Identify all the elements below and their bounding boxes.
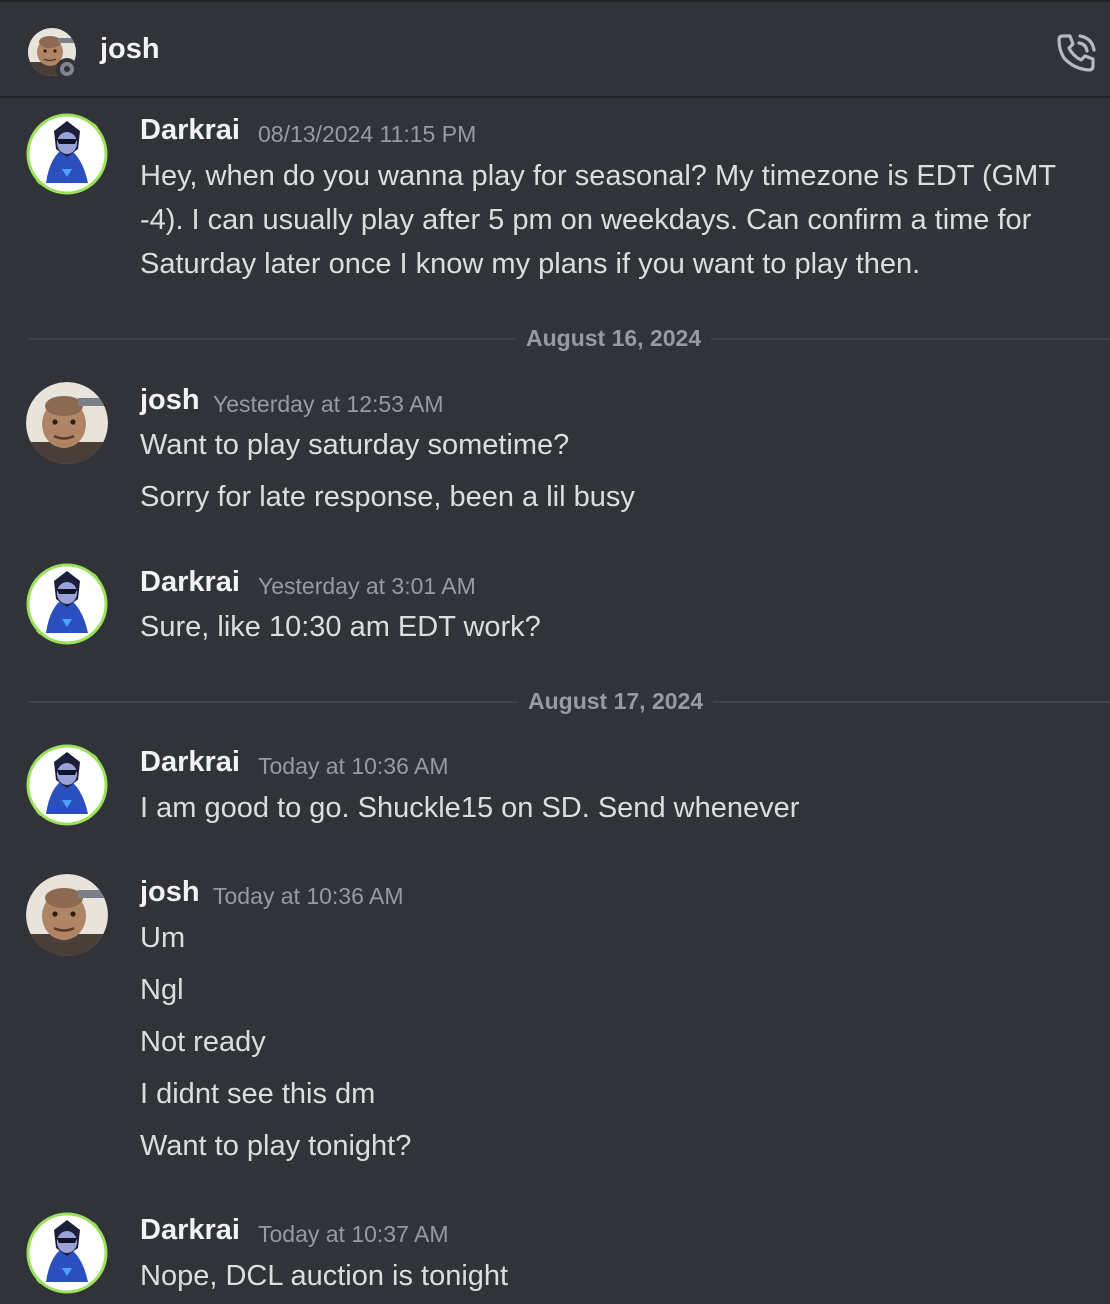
josh-avatar[interactable] — [26, 382, 108, 464]
darkrai-avatar-image — [26, 744, 108, 826]
channel-header: josh — [0, 0, 1110, 98]
josh-avatar[interactable] — [26, 874, 108, 956]
message-timestamp: Yesterday at 12:53 AM — [213, 391, 444, 417]
message-author[interactable]: Darkrai — [140, 566, 240, 599]
channel-title: josh — [100, 33, 160, 65]
message-author[interactable]: Darkrai — [140, 1214, 240, 1247]
message-timestamp: Today at 10:36 AM — [258, 753, 449, 779]
message-text: Not ready — [140, 1026, 266, 1058]
message-timestamp: Today at 10:37 AM — [258, 1221, 449, 1247]
josh-avatar-image — [26, 382, 108, 464]
message-text: Sorry for late response, been a lil busy — [140, 481, 635, 513]
message-text: Hey, when do you wanna play for seasonal… — [140, 160, 1057, 192]
message-text: Sure, like 10:30 am EDT work? — [140, 611, 541, 643]
josh-avatar-image — [26, 874, 108, 956]
darkrai-avatar[interactable] — [26, 113, 108, 195]
darkrai-avatar-image — [26, 1212, 108, 1294]
phone-call-icon[interactable] — [1054, 30, 1100, 76]
message-timestamp: Yesterday at 3:01 AM — [258, 573, 476, 599]
message-timestamp: Today at 10:36 AM — [213, 883, 404, 909]
message-text: I am good to go. Shuckle15 on SD. Send w… — [140, 792, 800, 824]
message-text: -4). I can usually play after 5 pm on we… — [140, 204, 1032, 236]
message-author[interactable]: Darkrai — [140, 114, 240, 147]
darkrai-avatar-image — [26, 563, 108, 645]
date-divider-label: August 17, 2024 — [518, 688, 714, 715]
darkrai-avatar[interactable] — [26, 563, 108, 645]
darkrai-avatar-image — [26, 113, 108, 195]
message-text: Saturday later once I know my plans if y… — [140, 248, 921, 280]
message-text: Ngl — [140, 974, 184, 1006]
message-author[interactable]: josh — [140, 384, 200, 417]
date-divider: August 16, 2024 — [28, 325, 1110, 352]
darkrai-avatar[interactable] — [26, 1212, 108, 1294]
message-author[interactable]: Darkrai — [140, 746, 240, 779]
message-text: Um — [140, 922, 186, 954]
message-text: I didnt see this dm — [140, 1078, 376, 1110]
dm-window: josh Darkrai 08/13/2024 11:15 PM Hey, wh… — [0, 0, 1110, 1304]
message-text: Nope, DCL auction is tonight — [140, 1260, 509, 1292]
message-text: Want to play saturday sometime? — [140, 429, 570, 461]
message-timestamp: 08/13/2024 11:15 PM — [258, 121, 477, 147]
message-author[interactable]: josh — [140, 876, 200, 909]
date-divider-label: August 16, 2024 — [516, 325, 712, 352]
message-text: Want to play tonight? — [140, 1130, 412, 1162]
offline-status-icon — [56, 58, 78, 80]
date-divider: August 17, 2024 — [28, 688, 1110, 715]
darkrai-avatar[interactable] — [26, 744, 108, 826]
